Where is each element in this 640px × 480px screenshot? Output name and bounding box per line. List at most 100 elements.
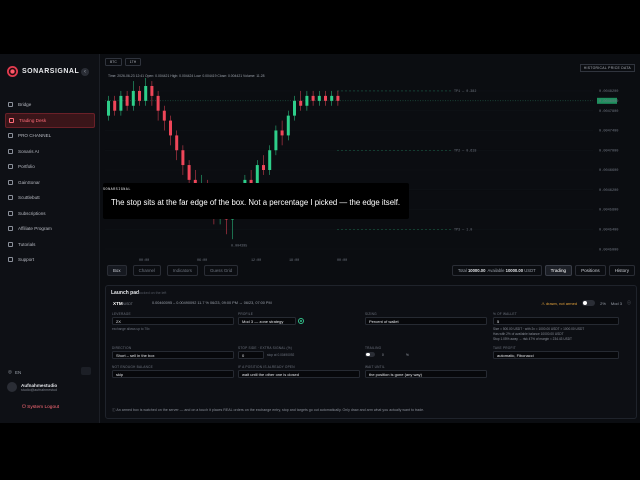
asset-symbol: XTM <box>113 301 123 306</box>
sidebar-item-tutorials[interactable]: Tutorials <box>5 237 95 253</box>
y-tick-label: 0.0047000 <box>599 149 618 153</box>
available-label: Available <box>487 268 505 273</box>
sizing-select[interactable]: Percent of wallet <box>365 317 487 325</box>
take-profit-label: TP1 — 0.382 <box>454 90 476 94</box>
candle <box>255 165 259 185</box>
candle <box>330 95 334 101</box>
sidebar-item-portfolio[interactable]: Portfolio <box>5 159 95 175</box>
candle <box>162 110 166 121</box>
sidebar-item-pro-channel[interactable]: PRO CHANNEL <box>5 128 95 144</box>
sidebar-item-label: Subscriptions <box>18 210 46 216</box>
portfolio-icon <box>8 164 13 170</box>
user-card[interactable]: Aufnahmestudio studio@aufnahmestud <box>7 382 57 392</box>
total-value: 10000.00 <box>467 268 486 273</box>
timeframe-value: 2% <box>600 300 606 306</box>
language-label: EN <box>14 369 22 375</box>
candle <box>280 130 284 136</box>
sidebar-item-affiliate-program[interactable]: Affiliate Program <box>5 221 95 237</box>
x-tick-label: 00:00 <box>337 259 347 263</box>
open-position-label: IF A POSITION IS ALREADY OPEN <box>238 365 295 369</box>
info-icon[interactable]: ⓘ <box>627 300 631 306</box>
leverage-input[interactable]: 2X <box>112 317 234 325</box>
x-tick-label: 06:00 <box>197 259 207 263</box>
balance-select[interactable]: skip <box>112 370 234 378</box>
wait-until-select[interactable]: the position is gone (any way) <box>365 370 487 378</box>
caption-text: The stop sits at the far edge of the box… <box>111 198 401 207</box>
open-position-select[interactable]: wait until the other one is closed <box>238 370 360 378</box>
desk-icon <box>9 117 14 123</box>
currency-unit: USDT <box>524 268 536 273</box>
sidebar-item-trading-desk[interactable]: Trading Desk <box>5 112 95 128</box>
candle <box>268 150 272 170</box>
tab-positions[interactable]: Positions <box>575 265 606 276</box>
candle <box>169 120 172 136</box>
support-icon <box>8 257 13 263</box>
asset-pair: XTM/USDT <box>113 301 133 306</box>
sidebar-item-label: Scuttlebutt <box>18 195 40 201</box>
low-annotation: 0.004395 <box>231 245 247 249</box>
sidebar-item-scuttlebutt[interactable]: Scuttlebutt <box>5 190 95 206</box>
historical-data-button[interactable]: HISTORICAL PRICE DATA <box>579 64 635 72</box>
wallet-label: % OF WALLET <box>493 312 517 316</box>
sidebar-item-support[interactable]: Support <box>5 252 95 268</box>
balance-label: NOT ENOUGH BALANCE <box>112 365 153 369</box>
sidebar-item-subscriptions[interactable]: Subscriptions <box>5 206 95 222</box>
sidebar-item-label: Bridge <box>18 102 32 108</box>
timeframe-chip[interactable]: 1TH <box>124 58 142 66</box>
x-tick-label: 00:00 <box>139 259 149 263</box>
toggle-indicators[interactable]: Indicators <box>166 265 198 276</box>
y-tick-label: 0.0045000 <box>599 248 618 252</box>
arm-toggle[interactable] <box>582 300 596 306</box>
trailing-label: TRAILING <box>365 346 382 350</box>
profile-label: PROFILE <box>238 312 254 316</box>
toggle-guess-grid[interactable]: Guess Grid <box>203 265 239 276</box>
total-label: Total <box>457 268 467 273</box>
affiliate-icon <box>8 226 13 232</box>
brand[interactable]: SONARSIGNAL <box>7 66 79 77</box>
profile-select[interactable]: Mod 3 — zone strategy <box>238 317 296 325</box>
x-tick-label: 18:00 <box>289 259 299 263</box>
sidebar-item-gainsonar[interactable]: GainSonar <box>5 175 95 191</box>
candle <box>262 165 265 170</box>
toggle-channel[interactable]: Channel <box>132 265 161 276</box>
gain-icon <box>8 179 13 185</box>
tab-history[interactable]: History <box>608 265 635 276</box>
candle <box>336 95 340 101</box>
y-tick-label: 0.0047800 <box>599 110 618 114</box>
overlay-brand: SONARSIGNAL <box>103 188 131 192</box>
sidebar-item-label: GainSonar <box>18 179 40 185</box>
language-select[interactable] <box>81 367 91 375</box>
language-switch[interactable]: ◎ EN <box>8 369 21 375</box>
y-tick-label: 0.0045400 <box>599 228 618 232</box>
toggle-box[interactable]: Box <box>107 265 127 276</box>
logout-label: System Logout <box>27 405 60 410</box>
stop-input[interactable]: 0 <box>238 351 264 359</box>
direction-select[interactable]: Short – sell in the box <box>112 351 234 359</box>
globe-icon: ◎ <box>8 369 12 374</box>
sidebar-item-sonaris-ai[interactable]: Sonaris AI <box>5 144 95 160</box>
tab-trading[interactable]: Trading <box>544 265 573 276</box>
trailing-toggle[interactable] <box>365 352 375 357</box>
sonar-logo-icon <box>7 66 18 77</box>
box-range: 0.00460095 – 0.00490092 11.7 % 06/23, 09… <box>152 301 272 305</box>
y-tick-label: 0.0045800 <box>599 209 618 213</box>
symbol-chip[interactable]: BTC <box>105 58 122 66</box>
profile-radio[interactable] <box>298 318 304 324</box>
candle <box>299 100 303 106</box>
candle <box>187 165 191 180</box>
logout-button[interactable]: ⏻ System Logout <box>22 404 59 410</box>
sidebar-item-bridge[interactable]: Bridge <box>5 97 95 113</box>
take-profit-label: TP3 — 1.0 <box>454 228 472 232</box>
price-chart[interactable]: 0.0048200 0.0047800 0.0047400 0.0047000 0.00… <box>101 78 640 264</box>
wait-until-label: WAIT UNTIL <box>365 365 385 369</box>
note-line: Stop 1.05% away → risk 47% of margin ≈ 2… <box>493 337 572 341</box>
candle <box>138 90 141 101</box>
pad-title: Launch pad <box>111 290 140 296</box>
take-profit-select[interactable]: automatic, Fibonacci <box>493 351 619 359</box>
wallet-input[interactable]: 5 <box>493 317 619 325</box>
mod-value: Mod 3 <box>610 300 622 306</box>
collapse-sidebar-icon[interactable]: ‹ <box>81 68 89 76</box>
candle <box>181 150 185 166</box>
candle <box>150 86 154 96</box>
arm-state: ⚠ drawn, not armed <box>541 300 578 306</box>
